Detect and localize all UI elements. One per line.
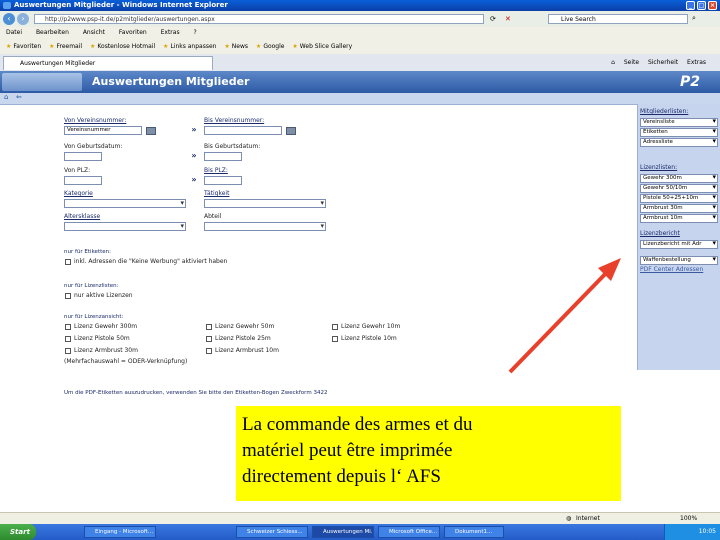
caption-line: directement depuis l‘ AFS [242, 466, 441, 487]
system-tray: 10:05 [664, 524, 720, 540]
start-button[interactable]: Start [0, 524, 36, 540]
arrow-shaft [508, 266, 613, 374]
task-office[interactable]: Microsoft Office... [378, 526, 440, 538]
task-schweizer[interactable]: Schweizer Schiess... [236, 526, 308, 538]
caption-line: La commande des armes et du [242, 414, 473, 435]
task-eingang[interactable]: Eingang - Microsoft... [84, 526, 156, 538]
caption-line: matériel peut être imprimée [242, 440, 453, 461]
task-dokument[interactable]: Dokument1... [444, 526, 504, 538]
taskbar: Start Eingang - Microsoft... Schweizer S… [0, 524, 720, 540]
task-auswertungen[interactable]: Auswertungen Mi... [312, 526, 374, 538]
caption-box: La commande des armes et du matériel peu… [236, 406, 621, 501]
clock: 10:05 [698, 528, 716, 535]
